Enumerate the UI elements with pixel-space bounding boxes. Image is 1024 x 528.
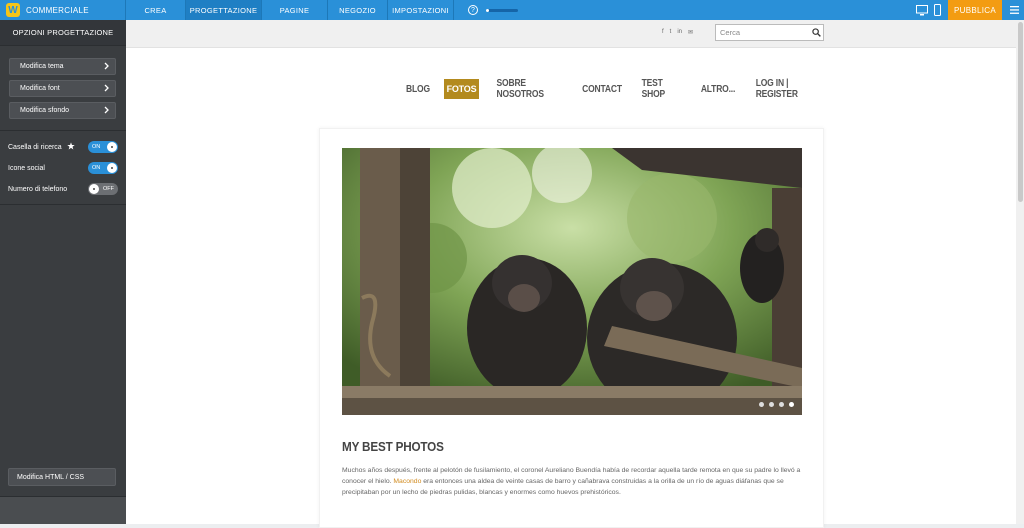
brand[interactable]: W COMMERCIALE: [0, 0, 126, 20]
edit-theme-label: Modifica tema: [20, 63, 64, 70]
chimpanzees-photo: [342, 148, 802, 415]
social-icons-label: Icone social: [8, 164, 45, 172]
hamburger-menu-icon[interactable]: [1004, 0, 1024, 20]
search-box-option: Casella di ricerca ON: [8, 140, 118, 154]
scrollbar[interactable]: [1016, 20, 1024, 524]
macondo-link[interactable]: Macondo: [393, 478, 421, 485]
toggle-state: ON: [92, 144, 101, 150]
toggle-knob: [107, 163, 117, 173]
edit-font-button[interactable]: Modifica font: [9, 80, 116, 97]
site-preview: f t in ✉ Cerca BLOG FOTOS SOBRE NOSOTROS…: [126, 20, 1016, 528]
help-icon[interactable]: ?: [468, 5, 478, 15]
slide-indicators: [759, 402, 794, 407]
edit-background-label: Modifica sfondo: [20, 107, 70, 114]
mail-icon[interactable]: ✉: [688, 29, 693, 36]
nav-altro[interactable]: ALTRO...: [701, 79, 736, 99]
content-card: MY BEST PHOTOS Muchos años después, fren…: [319, 128, 824, 528]
social-icons-toggle[interactable]: ON: [88, 162, 118, 174]
facebook-icon[interactable]: f: [662, 29, 664, 36]
post-title: MY BEST PHOTOS: [342, 439, 444, 454]
tab-pagine[interactable]: PAGINE: [262, 0, 328, 20]
tab-progettazione[interactable]: PROGETTAZIONE: [186, 0, 262, 20]
slide-dot[interactable]: [759, 402, 764, 407]
slide-dot[interactable]: [779, 402, 784, 407]
progress-fill: [486, 8, 490, 12]
site-page: BLOG FOTOS SOBRE NOSOTROS CONTACT TEST S…: [126, 48, 1016, 528]
edit-theme-button[interactable]: Modifica tema: [9, 58, 116, 75]
search-box-toggle[interactable]: ON: [88, 141, 118, 153]
toggle-state: ON: [92, 165, 101, 171]
search-input[interactable]: Cerca: [715, 24, 824, 41]
phone-number-label: Numero di telefono: [8, 185, 68, 193]
site-nav: BLOG FOTOS SOBRE NOSOTROS CONTACT TEST S…: [126, 78, 1016, 100]
chevron-right-icon: [104, 62, 109, 72]
tab-impostazioni[interactable]: IMPOSTAZIONI: [388, 0, 454, 20]
mobile-view-icon[interactable]: [932, 3, 942, 17]
nav-fotos[interactable]: FOTOS: [444, 79, 479, 99]
nav-sobre-nosotros[interactable]: SOBRE NOSOTROS: [497, 78, 560, 100]
edit-html-css-button[interactable]: Modifica HTML / CSS: [8, 468, 116, 486]
top-toolbar: W COMMERCIALE CREA PROGETTAZIONE PAGINE …: [0, 0, 1024, 20]
nav-contact[interactable]: CONTACT: [582, 79, 622, 99]
edit-background-button[interactable]: Modifica sfondo: [9, 102, 116, 119]
sidebar-footer: [0, 496, 126, 524]
publish-button[interactable]: PUBBLICA: [948, 0, 1002, 20]
hero-slideshow[interactable]: [342, 148, 802, 415]
toggle-state: OFF: [103, 186, 114, 192]
nav-login-register[interactable]: LOG IN | REGISTER: [756, 78, 821, 100]
slide-dot[interactable]: [789, 402, 794, 407]
chevron-right-icon: [104, 84, 109, 94]
tab-crea[interactable]: CREA: [126, 0, 186, 20]
phone-number-option: Numero di telefono OFF: [8, 182, 118, 196]
phone-number-toggle[interactable]: OFF: [88, 183, 118, 195]
scrollbar-thumb[interactable]: [1018, 22, 1023, 202]
tab-negozio[interactable]: NEGOZIO: [328, 0, 388, 20]
site-name: COMMERCIALE: [26, 5, 89, 15]
social-icons-option: Icone social ON: [8, 161, 118, 175]
weebly-logo-icon: W: [6, 3, 20, 17]
nav-blog[interactable]: BLOG: [405, 79, 431, 99]
linkedin-icon[interactable]: in: [677, 29, 682, 36]
top-nav: CREA PROGETTAZIONE PAGINE NEGOZIO IMPOST…: [126, 0, 454, 20]
twitter-icon[interactable]: t: [670, 29, 672, 36]
sidebar-divider: [0, 130, 126, 131]
progress-bar: [486, 8, 518, 12]
slide-dot[interactable]: [769, 402, 774, 407]
star-icon: [67, 142, 75, 152]
search-box-label: Casella di ricerca: [8, 143, 62, 151]
desktop-view-icon[interactable]: [914, 3, 930, 17]
chevron-right-icon: [104, 106, 109, 116]
search-icon[interactable]: [810, 26, 822, 38]
toggle-knob: [89, 184, 99, 194]
sidebar-divider: [0, 204, 126, 205]
site-utility-bar: f t in ✉ Cerca: [126, 20, 1016, 48]
nav-test-shop[interactable]: TEST SHOP: [642, 78, 683, 100]
post-body: Muchos años después, frente al pelotón d…: [342, 465, 808, 498]
design-options-sidebar: OPZIONI PROGETTAZIONE Modifica tema Modi…: [0, 20, 126, 524]
social-icons: f t in ✉: [662, 29, 693, 36]
sidebar-title: OPZIONI PROGETTAZIONE: [0, 20, 126, 46]
toggle-knob: [107, 142, 117, 152]
edit-font-label: Modifica font: [20, 85, 60, 92]
